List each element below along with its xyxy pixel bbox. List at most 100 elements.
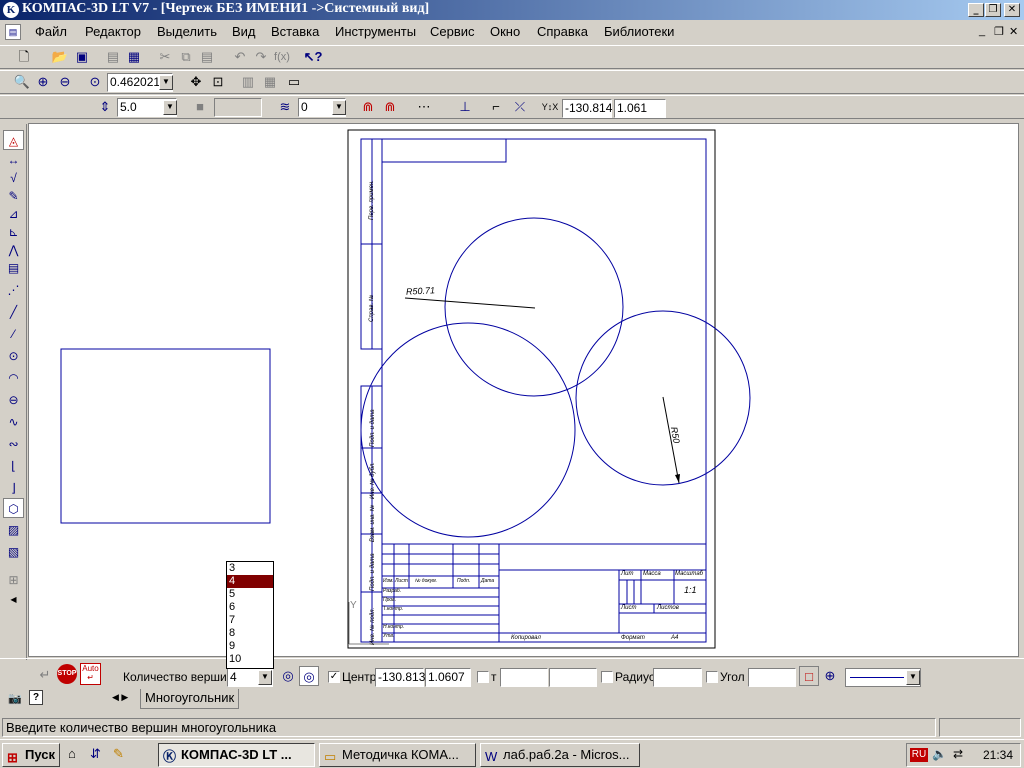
language-indicator[interactable]: RU	[910, 748, 928, 762]
pan-icon[interactable]: ✥	[186, 72, 206, 92]
scroll-arrow-icon[interactable]: ◀	[3, 590, 24, 610]
segment-icon[interactable]: ⁄	[3, 324, 24, 344]
dropdown-option[interactable]: 6	[227, 601, 273, 614]
minimize-button[interactable]: _	[968, 3, 984, 17]
doc-restore-button[interactable]: ❐	[994, 25, 1004, 38]
y-coord-field[interactable]: 1.061	[614, 99, 666, 118]
menu-service[interactable]: Сервис	[430, 24, 475, 39]
menu-file[interactable]: Файл	[35, 24, 67, 39]
cut-icon[interactable]: ✂	[155, 47, 175, 67]
menu-view[interactable]: Вид	[232, 24, 256, 39]
ortho-icon[interactable]: ⌐	[486, 97, 506, 117]
bezier-icon[interactable]: ∾	[3, 434, 24, 454]
zoom-scale-icon[interactable]: ⊙	[85, 72, 105, 92]
stop-button[interactable]: STOP	[57, 664, 77, 684]
network-tray-icon[interactable]: ⇄	[953, 747, 963, 761]
ellipse-icon[interactable]: ⊖	[3, 390, 24, 410]
t-checkbox[interactable]	[477, 671, 489, 683]
t-y-field[interactable]	[549, 668, 597, 687]
t-x-field[interactable]	[500, 668, 548, 687]
step-dropdown-arrow[interactable]: ▼	[163, 100, 177, 115]
close-button[interactable]: ✕	[1004, 3, 1020, 17]
tool-quicklaunch-icon[interactable]: ✎	[113, 746, 124, 762]
drawing-canvas[interactable]: R50.71 R50 Y Лит Масса Масштаб 1:1 Лист …	[28, 123, 1019, 657]
local-snap-icon[interactable]: ⋒	[380, 97, 400, 117]
more-tools-icon[interactable]: ⊞	[3, 570, 24, 590]
polygon-icon[interactable]: ⬡	[3, 498, 24, 518]
angle-field[interactable]	[748, 668, 796, 687]
chamfer-icon[interactable]: ⌊	[3, 456, 24, 476]
save-icon[interactable]: ▣	[72, 47, 92, 67]
parametric-panel-icon[interactable]: ⊿	[3, 204, 24, 224]
snap-magnet-icon[interactable]: ⋒	[358, 97, 378, 117]
dimensions-panel-icon[interactable]: ↔	[3, 150, 24, 170]
auxiliary-line-icon[interactable]: ╱	[3, 302, 24, 322]
menu-editor[interactable]: Редактор	[85, 24, 141, 39]
menu-tools[interactable]: Инструменты	[335, 24, 416, 39]
dropdown-option-selected[interactable]: 4	[227, 575, 273, 588]
dropdown-option[interactable]: 7	[227, 614, 273, 627]
select-panel-icon[interactable]: ⋀	[3, 240, 24, 260]
point-icon[interactable]: ⋰	[3, 280, 24, 300]
open-folder-icon[interactable]: 📂	[50, 47, 70, 67]
layer-dropdown-arrow[interactable]: ▼	[332, 100, 346, 115]
measure-panel-icon[interactable]: ⊾	[3, 222, 24, 242]
task-folder[interactable]: ▭ Методичка КОМА...	[319, 743, 476, 767]
radius-field[interactable]	[653, 668, 702, 687]
circle-icon[interactable]: ⊙	[3, 346, 24, 366]
hatch-icon[interactable]: ▨	[3, 520, 24, 540]
layers-icon[interactable]: ▦	[260, 72, 280, 92]
dropdown-option[interactable]: 8	[227, 627, 273, 640]
clock[interactable]: 21:34	[983, 748, 1013, 762]
kompas-app-icon[interactable]: K	[3, 2, 19, 18]
grid-icon[interactable]: ⋯	[414, 97, 434, 117]
axis-on-icon[interactable]: ⊕	[820, 666, 840, 686]
center-checkbox[interactable]: ✓	[328, 671, 340, 683]
zoom-all-icon[interactable]: ⊡	[208, 72, 228, 92]
menu-help[interactable]: Справка	[537, 24, 588, 39]
undo-icon[interactable]: ↶	[230, 47, 250, 67]
fillet-icon[interactable]: ⌋	[3, 478, 24, 498]
task-kompas[interactable]: Ⓚ КОМПАС-3D LT ...	[158, 743, 315, 767]
spline-icon[interactable]: ∿	[3, 412, 24, 432]
menu-select[interactable]: Выделить	[157, 24, 217, 39]
circumscribed-polygon-icon[interactable]: ◎	[299, 666, 319, 686]
x-coord-field[interactable]: -130.814	[562, 99, 612, 118]
symbols-panel-icon[interactable]: √	[3, 168, 24, 188]
inscribed-polygon-icon[interactable]: ◎	[278, 666, 298, 686]
print-icon[interactable]: ▤	[103, 47, 123, 67]
menu-window[interactable]: Окно	[490, 24, 520, 39]
dropdown-option[interactable]: 10	[227, 653, 273, 666]
doc-minimize-button[interactable]: _	[979, 25, 985, 37]
geometry-panel-icon[interactable]: ◬	[3, 130, 24, 150]
spec-panel-icon[interactable]: ▤	[3, 258, 24, 278]
center-y-field[interactable]: 1.0607	[425, 668, 471, 687]
zoom-dropdown-arrow[interactable]: ▼	[159, 75, 173, 90]
display-mode-icon[interactable]: ▭	[284, 72, 304, 92]
new-file-icon[interactable]: 🗋	[14, 47, 34, 67]
edit-panel-icon[interactable]: ✎	[3, 186, 24, 206]
angle-checkbox[interactable]	[706, 671, 718, 683]
network-quicklaunch-icon[interactable]: ⇵	[90, 746, 101, 762]
tab-polygon[interactable]: Многоугольник	[140, 689, 240, 709]
copy-icon[interactable]: ⧉	[176, 47, 196, 67]
vertices-dropdown-arrow[interactable]: ▼	[258, 670, 272, 685]
print-preview-icon[interactable]: ▦	[124, 47, 144, 67]
style-combo[interactable]	[214, 98, 262, 117]
style-icon[interactable]: ■	[190, 97, 210, 117]
center-x-field[interactable]: -130.813	[375, 668, 425, 687]
local-cs-icon[interactable]: ⊥	[455, 97, 475, 117]
volume-tray-icon[interactable]: 🔈	[932, 747, 947, 761]
document-icon[interactable]: ▤	[5, 24, 21, 40]
auto-create-button[interactable]: Auto ↵	[80, 663, 101, 685]
maximize-button[interactable]: ❐	[985, 3, 1001, 17]
dropdown-option[interactable]: 9	[227, 640, 273, 653]
round-icon[interactable]: ⤫	[510, 97, 530, 117]
task-word[interactable]: W лаб.раб.2а - Micros...	[480, 743, 640, 767]
dropdown-option[interactable]: 3	[227, 562, 273, 575]
menu-insert[interactable]: Вставка	[271, 24, 319, 39]
equidistant-icon[interactable]: ▧	[3, 542, 24, 562]
zoom-window-icon[interactable]: 🔍	[12, 72, 32, 92]
arc-icon[interactable]: ◠	[3, 368, 24, 388]
help-pointer-icon[interactable]: ↖?	[303, 47, 323, 67]
